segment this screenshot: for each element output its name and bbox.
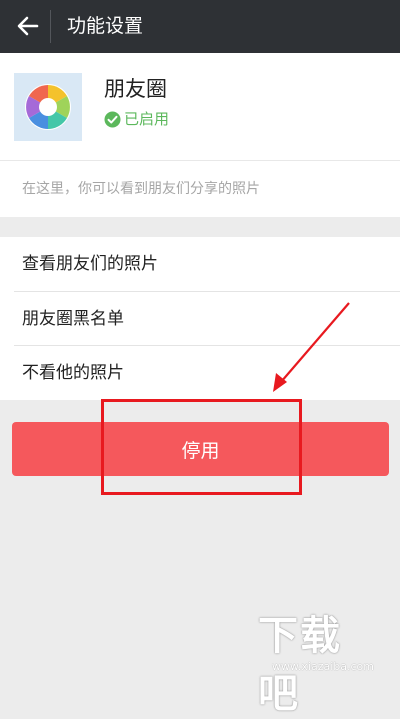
watermark: 下载吧 www.xiazaiba.com bbox=[258, 603, 374, 717]
back-arrow-icon bbox=[17, 16, 39, 36]
app-info-card: 朋友圈 已启用 bbox=[0, 53, 400, 160]
menu-item-view-friends-photos[interactable]: 查看朋友们的照片 bbox=[0, 237, 400, 291]
app-name: 朋友圈 bbox=[104, 77, 167, 101]
status-text: 已启用 bbox=[124, 110, 170, 128]
description-text: 在这里，你可以看到朋友们分享的照片 bbox=[22, 181, 260, 197]
menu-item-hide-his-photos[interactable]: 不看他的照片 bbox=[0, 346, 400, 400]
check-circle-icon bbox=[104, 111, 121, 127]
page-title: 功能设置 bbox=[67, 15, 144, 37]
status-badge: 已启用 bbox=[104, 110, 169, 128]
description-section: 在这里，你可以看到朋友们分享的照片 bbox=[0, 160, 400, 217]
back-button[interactable] bbox=[10, 8, 46, 44]
watermark-url: www.xiazaiba.com bbox=[271, 660, 374, 673]
annotation-highlight-box bbox=[101, 399, 302, 495]
menu-item-label: 朋友圈黑名单 bbox=[22, 309, 124, 329]
menu-item-label: 不看他的照片 bbox=[22, 363, 124, 383]
top-app-bar: 功能设置 bbox=[0, 0, 400, 53]
settings-menu: 查看朋友们的照片 朋友圈黑名单 不看他的照片 bbox=[0, 237, 400, 400]
camera-shutter-icon bbox=[25, 84, 71, 130]
menu-item-blacklist[interactable]: 朋友圈黑名单 bbox=[0, 292, 400, 346]
title-divider bbox=[50, 10, 51, 43]
moments-app-icon bbox=[14, 73, 82, 141]
menu-item-label: 查看朋友们的照片 bbox=[22, 254, 158, 274]
